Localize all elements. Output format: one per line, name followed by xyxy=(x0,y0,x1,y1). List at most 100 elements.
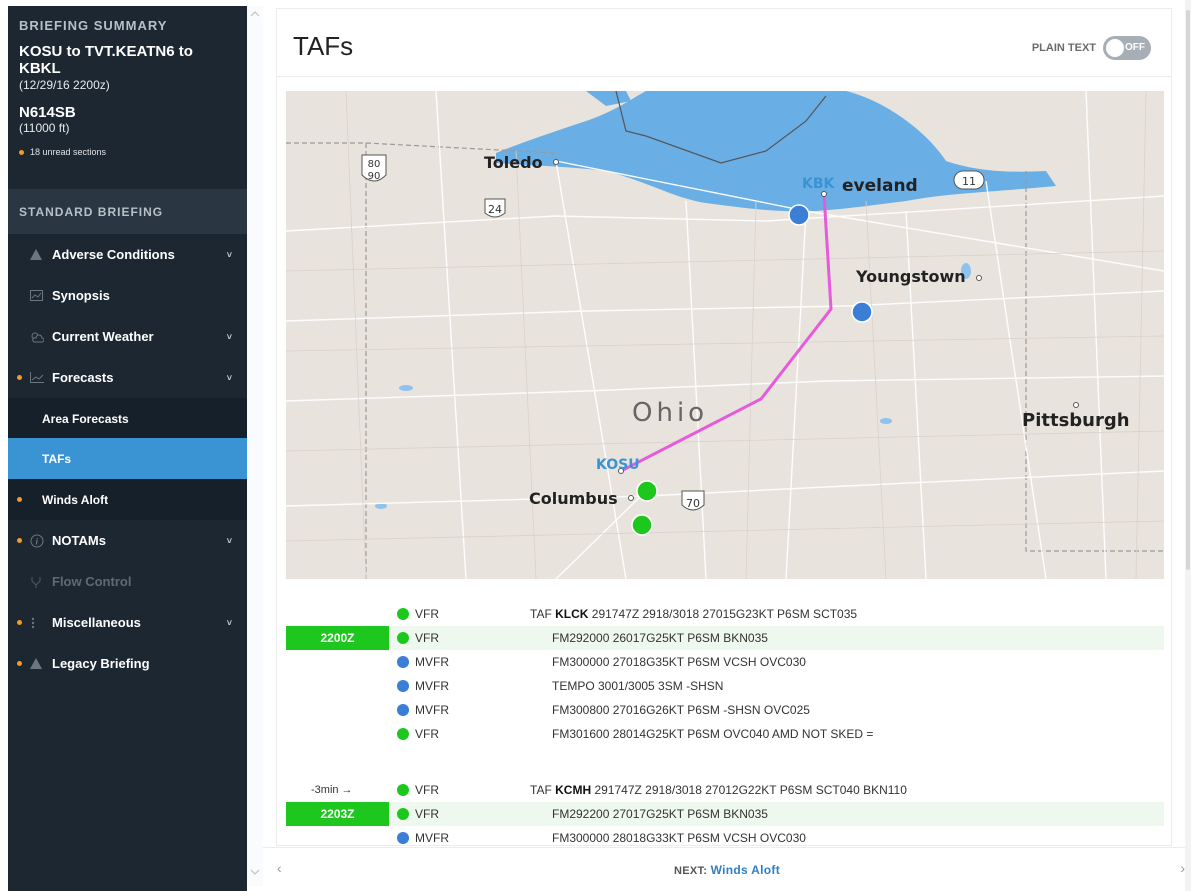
sidebar-item-miscellaneous[interactable]: Miscellaneous ˅ xyxy=(8,602,247,643)
station-marker-vfr[interactable] xyxy=(631,514,653,536)
svg-text:24: 24 xyxy=(488,203,502,216)
flow-icon xyxy=(30,576,52,588)
sidebar-item-forecasts[interactable]: Forecasts ˅ xyxy=(8,357,247,398)
scrollbar-thumb[interactable] xyxy=(1186,10,1190,570)
station-marker-vfr[interactable] xyxy=(636,480,658,502)
svg-text:80: 80 xyxy=(368,159,381,170)
sidebar-item-area-forecasts[interactable]: Area Forecasts xyxy=(8,398,247,439)
taf-block-klck: VFR TAF KLCK 291747Z 2918/3018 27015G23K… xyxy=(286,602,1164,746)
sidebar-item-label: Current Weather xyxy=(52,329,154,344)
taf-row-current: 2200Z VFR FM292000 26017G25KT P6SM BKN03… xyxy=(286,626,1164,650)
sidebar-item-synopsis[interactable]: Synopsis xyxy=(8,275,247,316)
flight-category: MVFR xyxy=(415,655,449,669)
chevron-down-icon: ˅ xyxy=(226,617,232,628)
unread-dot-icon xyxy=(16,620,22,625)
scroll-up-icon[interactable] xyxy=(249,10,261,18)
chevron-down-icon: ˅ xyxy=(226,331,232,342)
flight-category-dot-icon xyxy=(397,728,409,740)
station-id: KLCK xyxy=(555,607,589,621)
chevron-down-icon: ˅ xyxy=(226,535,232,546)
highway-shield-11: 11 xyxy=(953,170,985,190)
city-label-youngstown: Youngstown xyxy=(855,267,966,286)
scroll-down-icon[interactable] xyxy=(249,868,261,876)
sidebar-item-label: Adverse Conditions xyxy=(52,247,175,262)
taf-map[interactable]: 80 90 24 11 70 Toledo KBK eveland Youngs… xyxy=(286,91,1164,579)
taf-block-kcmh: -3min → VFR TAF KCMH 291747Z 2918/3018 2… xyxy=(286,778,1164,845)
taf-row: MVFR FM300000 27018G35KT P6SM VCSH OVC03… xyxy=(286,650,1164,674)
city-label-cleveland: eveland xyxy=(842,176,918,196)
warning-icon xyxy=(30,658,52,669)
station-id: KCMH xyxy=(555,783,592,797)
svg-text:90: 90 xyxy=(368,171,381,182)
sidebar-item-label: Forecasts xyxy=(52,370,114,385)
flight-category: VFR xyxy=(415,807,439,821)
sidebar-item-label: Flow Control xyxy=(52,574,132,589)
trend-icon xyxy=(30,372,52,383)
next-target[interactable]: Winds Aloft xyxy=(711,863,780,877)
warning-icon xyxy=(30,249,52,260)
unread-dot-icon xyxy=(16,538,22,543)
sidebar-item-adverse-conditions[interactable]: Adverse Conditions ˅ xyxy=(8,234,247,275)
sidebar-item-winds-aloft[interactable]: Winds Aloft xyxy=(8,479,247,520)
sidebar-item-current-weather[interactable]: Current Weather ˅ xyxy=(8,316,247,357)
highway-shield-24: 24 xyxy=(484,198,506,218)
highway-shield-70: 70 xyxy=(681,490,705,511)
taf-row-current: 2203Z VFR FM292200 27017G25KT P6SM BKN03… xyxy=(286,802,1164,826)
next-section-bar[interactable]: ‹ NEXT: Winds Aloft › xyxy=(263,847,1191,891)
city-label-pittsburgh: Pittsburgh xyxy=(1022,410,1130,431)
unread-dot-icon xyxy=(16,375,22,380)
plain-text-label: PLAIN TEXT xyxy=(1031,42,1096,54)
taf-text: TAF KCMH 291747Z 2918/3018 27012G22KT P6… xyxy=(530,783,907,797)
aircraft-id: N614SB xyxy=(19,104,76,121)
airport-label-kbkl[interactable]: KBK xyxy=(802,176,836,192)
unread-sections: 18 unread sections xyxy=(19,147,236,157)
sidebar-item-label: NOTAMs xyxy=(52,533,106,548)
taf-row: MVFR FM300800 27016G26KT P6SM -SHSN OVC0… xyxy=(286,698,1164,722)
station-marker-mvfr[interactable] xyxy=(788,204,810,226)
current-time-badge: 2203Z xyxy=(286,802,389,826)
sidebar-item-label: Miscellaneous xyxy=(52,615,141,630)
sidebar-item-label: Winds Aloft xyxy=(42,492,109,507)
unread-dot-icon xyxy=(16,497,22,502)
next-label: NEXT: xyxy=(673,865,708,877)
chevron-down-icon: ˅ xyxy=(226,249,232,260)
taf-row: MVFR FM300000 28018G33KT P6SM VCSH OVC03… xyxy=(286,826,1164,845)
main-panel: TAFs PLAIN TEXT OFF 80 90 24 11 70 Toled… xyxy=(276,8,1172,846)
chart-icon xyxy=(30,290,52,301)
flight-category-dot-icon xyxy=(397,680,409,692)
svg-text:70: 70 xyxy=(686,497,700,510)
sidebar: BRIEFING SUMMARY KOSU to TVT.KEATN6 to K… xyxy=(8,6,247,891)
svg-text:i: i xyxy=(36,536,39,546)
flight-category-dot-icon xyxy=(397,632,409,644)
sidebar-item-notams[interactable]: i NOTAMs ˅ xyxy=(8,520,247,561)
highway-shield-80-90: 80 90 xyxy=(361,154,387,182)
sidebar-item-legacy-briefing[interactable]: Legacy Briefing xyxy=(8,643,247,684)
station-marker-mvfr[interactable] xyxy=(851,301,873,323)
sidebar-item-label: TAFs xyxy=(42,451,72,466)
current-time-badge: 2200Z xyxy=(286,626,389,650)
briefing-summary[interactable]: BRIEFING SUMMARY KOSU to TVT.KEATN6 to K… xyxy=(8,6,247,157)
flight-category-dot-icon xyxy=(397,656,409,668)
scroll-rail[interactable] xyxy=(247,6,263,886)
route-time: (12/29/16 2200z) xyxy=(19,78,110,92)
flight-category-dot-icon xyxy=(397,704,409,716)
toggle-knob xyxy=(1106,39,1124,57)
chevron-down-icon: ˅ xyxy=(226,372,232,383)
flight-category: VFR xyxy=(415,727,439,741)
sidebar-item-tafs[interactable]: TAFs xyxy=(8,438,247,479)
sidebar-item-label: Synopsis xyxy=(52,288,110,303)
relative-time: -3min → xyxy=(311,784,353,796)
plain-text-toggle[interactable]: PLAIN TEXT OFF xyxy=(1032,36,1151,60)
taf-text: FM300000 27018G35KT P6SM VCSH OVC030 xyxy=(552,655,806,669)
toggle-switch[interactable]: OFF xyxy=(1103,36,1151,60)
sidebar-item-label: Area Forecasts xyxy=(42,411,129,426)
taf-text: FM292000 26017G25KT P6SM BKN035 xyxy=(552,631,768,645)
map-canvas[interactable]: 80 90 24 11 70 Toledo KBK eveland Youngs… xyxy=(286,91,1164,579)
state-label-ohio: Ohio xyxy=(632,398,708,428)
next-section-link[interactable]: NEXT: Winds Aloft xyxy=(263,863,1191,877)
sidebar-item-flow-control[interactable]: Flow Control xyxy=(8,561,247,602)
city-label-columbus: Columbus xyxy=(529,489,618,508)
aircraft-altitude: (11000 ft) xyxy=(19,121,70,135)
airport-label-kosu[interactable]: KOSU xyxy=(596,457,640,473)
page-scrollbar[interactable] xyxy=(1185,0,1191,891)
